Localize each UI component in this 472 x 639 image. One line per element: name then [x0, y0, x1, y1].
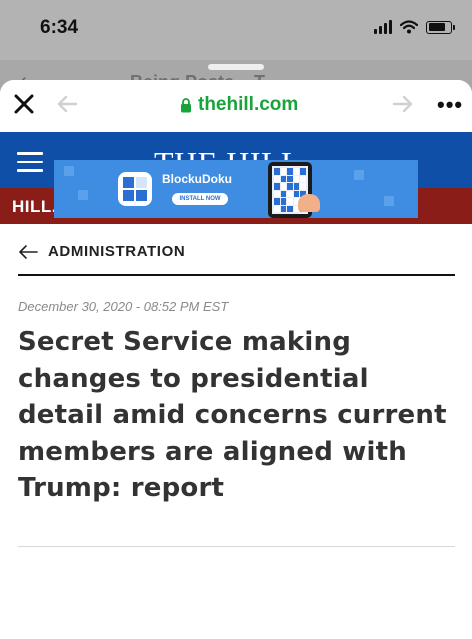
status-icons [374, 20, 455, 34]
status-bar: 6:34 [0, 0, 472, 60]
article-headline: Secret Service making changes to preside… [18, 327, 447, 503]
ad-install-button[interactable]: INSTALL NOW [172, 193, 228, 205]
section-label[interactable]: ADMINISTRATION [48, 243, 185, 260]
article-dateline: December 30, 2020 - 08:52 PM EST [18, 299, 229, 314]
cellular-signal-icon [374, 20, 392, 34]
sheet-grabber[interactable] [208, 64, 264, 70]
app-logo-icon [118, 172, 152, 206]
close-icon[interactable] [12, 92, 36, 116]
arrow-right-icon[interactable] [392, 93, 414, 115]
section-divider [18, 274, 455, 276]
content-divider [18, 546, 455, 547]
battery-icon [426, 20, 455, 34]
ad-hand-image [298, 194, 320, 212]
lock-icon [181, 97, 191, 112]
arrow-left-icon[interactable] [18, 244, 38, 259]
wifi-icon [400, 20, 418, 34]
section-breadcrumb[interactable]: ADMINISTRATION [18, 243, 185, 260]
url-text: thehill.com [198, 94, 299, 115]
ad-app-name: BlockuDoku [162, 172, 233, 186]
url-bar[interactable]: thehill.com [180, 94, 298, 116]
browser-toolbar: thehill.com ••• [0, 80, 472, 132]
battery-level [428, 23, 446, 31]
more-horizontal-icon[interactable]: ••• [437, 92, 463, 118]
hamburger-menu-icon[interactable] [17, 152, 43, 178]
ad-banner[interactable]: BlockuDoku INSTALL NOW [54, 160, 418, 218]
arrow-left-icon[interactable] [56, 93, 78, 115]
status-time: 6:34 [40, 17, 79, 38]
